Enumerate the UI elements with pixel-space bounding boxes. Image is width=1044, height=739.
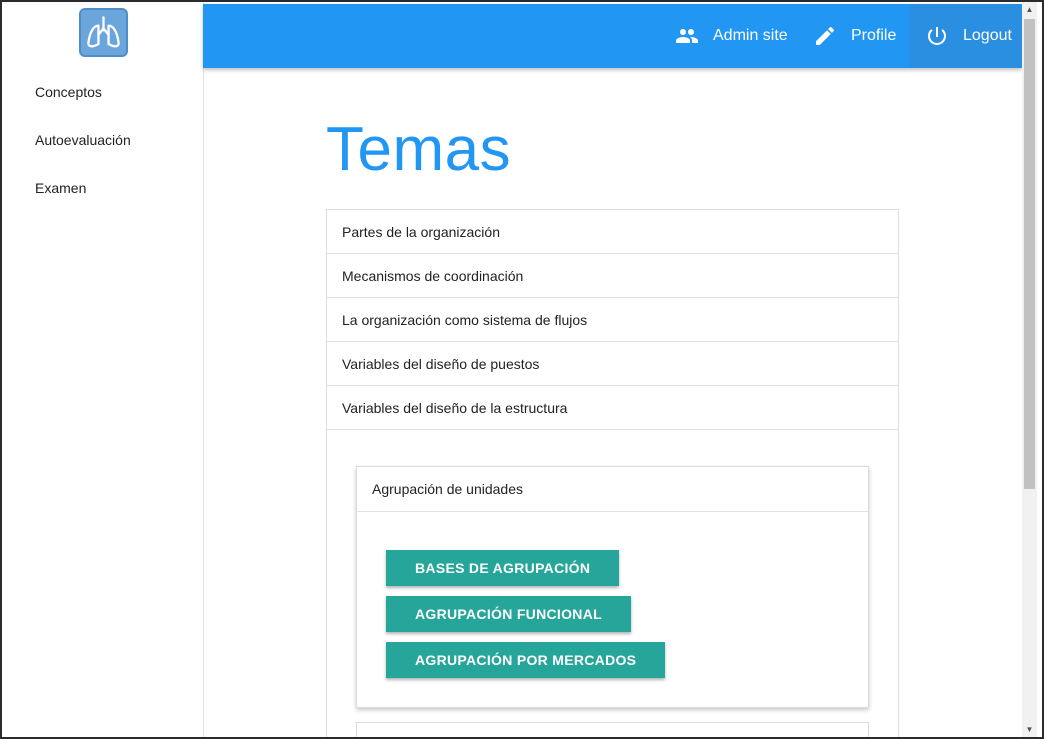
lungs-logo-icon[interactable] — [79, 8, 128, 57]
subsection-header[interactable]: Agrupación de unidades — [357, 467, 868, 512]
power-icon — [928, 27, 946, 45]
sidebar-item-autoevaluacion[interactable]: Autoevaluación — [35, 132, 131, 148]
topic-item[interactable]: Variables del diseño de puestos — [327, 342, 898, 386]
top-app-bar: Admin site Profile Logout — [203, 4, 1026, 68]
vertical-scrollbar[interactable]: ▲ ▼ — [1022, 2, 1037, 737]
topic-item[interactable]: La organización como sistema de flujos — [327, 298, 898, 342]
sidebar-item-examen[interactable]: Examen — [35, 180, 86, 196]
scrollbar-thumb[interactable] — [1024, 19, 1035, 489]
sidebar-item-conceptos[interactable]: Conceptos — [35, 84, 102, 100]
scroll-down-arrow-icon[interactable]: ▼ — [1022, 722, 1037, 737]
sidebar: Conceptos Autoevaluación Examen — [2, 2, 204, 737]
next-subsection-card[interactable] — [356, 722, 869, 737]
logout-label: Logout — [963, 27, 1012, 44]
profile-label: Profile — [851, 27, 897, 44]
bases-agrupacion-button[interactable]: BASES DE AGRUPACIÓN — [386, 550, 620, 586]
page-title: Temas — [326, 115, 512, 184]
topics-list: Partes de la organización Mecanismos de … — [326, 209, 899, 737]
admin-site-button[interactable]: Admin site — [675, 4, 788, 68]
subsection-card: Agrupación de unidades BASES DE AGRUPACI… — [356, 466, 869, 708]
pencil-icon — [816, 26, 835, 45]
logout-button[interactable]: Logout — [909, 4, 1026, 68]
people-icon — [676, 29, 698, 43]
profile-button[interactable]: Profile — [813, 4, 896, 68]
topic-item[interactable]: Variables del diseño de la estructura — [327, 386, 898, 430]
agrupacion-funcional-button[interactable]: AGRUPACIÓN FUNCIONAL — [386, 596, 631, 632]
topic-item[interactable]: Partes de la organización — [327, 210, 898, 254]
admin-site-label: Admin site — [713, 27, 788, 44]
app-window: Conceptos Autoevaluación Examen Admin si… — [2, 2, 1042, 737]
agrupacion-mercados-button[interactable]: AGRUPACIÓN POR MERCADOS — [386, 642, 666, 678]
scroll-up-arrow-icon[interactable]: ▲ — [1022, 2, 1037, 17]
topic-item[interactable]: Mecanismos de coordinación — [327, 254, 898, 298]
